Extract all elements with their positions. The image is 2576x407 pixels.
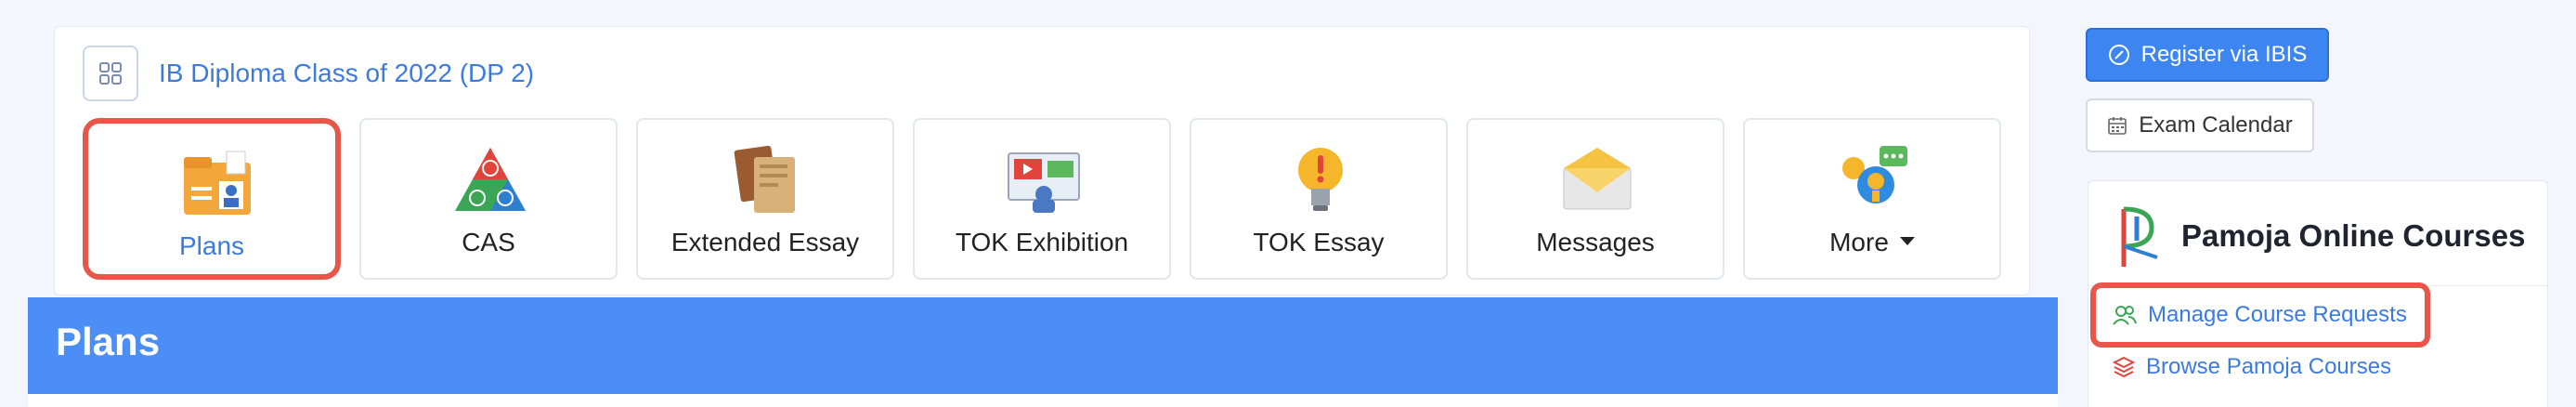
tile-cas[interactable]: CAS [359, 118, 618, 280]
section-title: Plans [56, 320, 161, 363]
cas-triangle-icon [455, 148, 526, 211]
tile-tok-exhibition[interactable]: TOK Exhibition [913, 118, 1171, 280]
grid-icon [99, 62, 122, 85]
more-label: More [1829, 228, 1889, 256]
class-title[interactable]: IB Diploma Class of 2022 (DP 2) [159, 59, 534, 88]
presentation-icon [1008, 152, 1080, 213]
lightbulb-icon [1298, 148, 1343, 211]
compass-icon [2108, 45, 2129, 65]
grid-menu-button[interactable] [83, 46, 138, 101]
browse-pamoja-courses-label: Browse Pamoja Courses [2146, 354, 2392, 379]
register-ibis-button[interactable]: Register via IBIS [2086, 28, 2329, 82]
tile-messages[interactable]: Messages [1466, 118, 1724, 280]
books-icon [734, 145, 795, 213]
chevron-down-icon [1899, 237, 1915, 246]
chat-help-icon [1842, 146, 1907, 204]
tile-label: CAS [462, 228, 515, 256]
highlight-box [2090, 282, 2430, 348]
section-body [28, 394, 2058, 407]
tile-label: TOK Essay [1253, 228, 1385, 256]
pamoja-title: Pamoja Online Courses [2181, 218, 2526, 253]
tile-label: More [1745, 228, 1999, 257]
pamoja-header: Pamoja Online Courses [2114, 204, 2525, 269]
class-card: IB Diploma Class of 2022 (DP 2) Plans CA… [54, 26, 2030, 295]
layers-icon [2113, 356, 2135, 378]
tile-label: Messages [1536, 228, 1655, 256]
class-header: IB Diploma Class of 2022 (DP 2) [83, 46, 534, 101]
tile-label: Extended Essay [670, 228, 860, 256]
section-header: Plans [28, 297, 2058, 394]
calendar-icon [2108, 117, 2127, 135]
envelope-icon [1563, 148, 1632, 210]
exam-calendar-label: Exam Calendar [2139, 112, 2293, 138]
tile-label: TOK Exhibition [955, 228, 1129, 256]
tile-more[interactable]: More [1743, 118, 2001, 280]
tile-label: Plans [178, 231, 245, 260]
plans-folder-icon [184, 151, 251, 215]
browse-pamoja-courses-link[interactable]: Browse Pamoja Courses [2113, 354, 2391, 380]
exam-calendar-button[interactable]: Exam Calendar [2086, 98, 2314, 152]
tile-plans[interactable]: Plans [83, 118, 341, 280]
tile-extended-essay[interactable]: Extended Essay [636, 118, 894, 280]
tile-tok-essay[interactable]: TOK Essay [1190, 118, 1448, 280]
pamoja-logo-icon [2121, 206, 2158, 267]
register-ibis-label: Register via IBIS [2140, 42, 2308, 67]
